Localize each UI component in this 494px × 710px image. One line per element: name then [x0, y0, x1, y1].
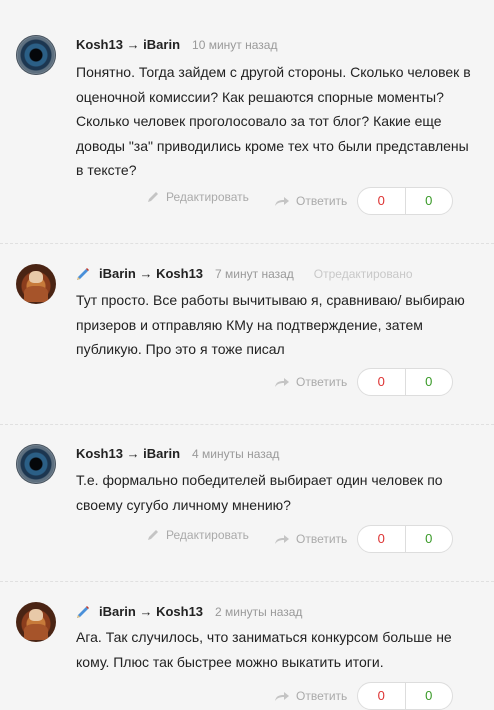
edit-label: Редактировать	[166, 528, 249, 542]
comment-author[interactable]: Kosh13 → iBarin	[76, 446, 180, 461]
comment-time[interactable]: 2 минуты назад	[215, 605, 302, 619]
edit-button[interactable]: Редактировать	[146, 190, 249, 204]
edit-label: Редактировать	[166, 190, 249, 204]
vote-widget: 0 0	[357, 368, 453, 396]
vote-up-button[interactable]: 0	[406, 369, 453, 395]
divider	[0, 581, 494, 582]
reply-button[interactable]: Ответить	[274, 532, 347, 546]
edited-label: Отредактировано	[313, 266, 413, 281]
comment-author[interactable]: Kosh13 → iBarin	[76, 37, 180, 52]
edit-button[interactable]: Редактировать	[146, 528, 249, 542]
avatar[interactable]	[16, 35, 56, 75]
reply-label: Ответить	[296, 689, 348, 703]
comment-time[interactable]: 4 минуты назад	[192, 447, 279, 461]
reply-label: Ответить	[296, 375, 348, 389]
vote-up-button[interactable]: 0	[406, 188, 453, 214]
comment-time[interactable]: 10 минут назад	[192, 38, 277, 52]
vote-up-button[interactable]: 0	[406, 683, 453, 709]
reply-arrow-icon	[275, 692, 289, 701]
comment-author[interactable]: iBarin → Kosh13	[99, 604, 203, 619]
reply-label: Ответить	[296, 532, 348, 546]
reply-label: Ответить	[296, 194, 348, 208]
comment-author[interactable]: iBarin → Kosh13	[99, 266, 203, 281]
vote-widget: 0 0	[357, 187, 453, 215]
comment-header: iBarin → Kosh13 2 минуты назад	[76, 604, 302, 619]
vote-down-button[interactable]: 0	[358, 526, 406, 552]
vote-down-button[interactable]: 0	[358, 683, 406, 709]
reply-arrow-icon	[275, 535, 289, 544]
vote-up-button[interactable]: 0	[406, 526, 453, 552]
pencil-icon	[148, 530, 158, 540]
divider	[0, 243, 494, 244]
avatar[interactable]	[16, 602, 56, 642]
author-pencil-icon	[77, 605, 89, 618]
vote-down-button[interactable]: 0	[358, 369, 406, 395]
comment-header: Kosh13 → iBarin 4 минуты назад	[76, 446, 279, 461]
comment-text: Понятно. Тогда зайдем с другой стороны. …	[76, 64, 471, 178]
vote-widget: 0 0	[357, 682, 453, 710]
comment-header: iBarin → Kosh13 7 минут назад Отредактир…	[76, 266, 413, 281]
vote-down-button[interactable]: 0	[358, 188, 406, 214]
pencil-icon	[148, 192, 158, 202]
reply-arrow-icon	[275, 378, 289, 387]
reply-button[interactable]: Ответить	[274, 689, 347, 703]
reply-button[interactable]: Ответить	[274, 375, 347, 389]
comment-header: Kosh13 → iBarin 10 минут назад	[76, 37, 277, 52]
comment-time[interactable]: 7 минут назад	[215, 267, 294, 281]
avatar[interactable]	[16, 444, 56, 484]
comment-text: Тут просто. Все работы вычитываю я, срав…	[76, 292, 465, 357]
divider	[0, 424, 494, 425]
avatar[interactable]	[16, 264, 56, 304]
author-pencil-icon	[77, 267, 89, 280]
reply-button[interactable]: Ответить	[274, 194, 347, 208]
comment-text: Ага. Так случилось, что заниматься конку…	[76, 629, 452, 670]
comment-text: Т.е. формально победителей выбирает один…	[76, 472, 443, 513]
vote-widget: 0 0	[357, 525, 453, 553]
reply-arrow-icon	[275, 197, 289, 206]
